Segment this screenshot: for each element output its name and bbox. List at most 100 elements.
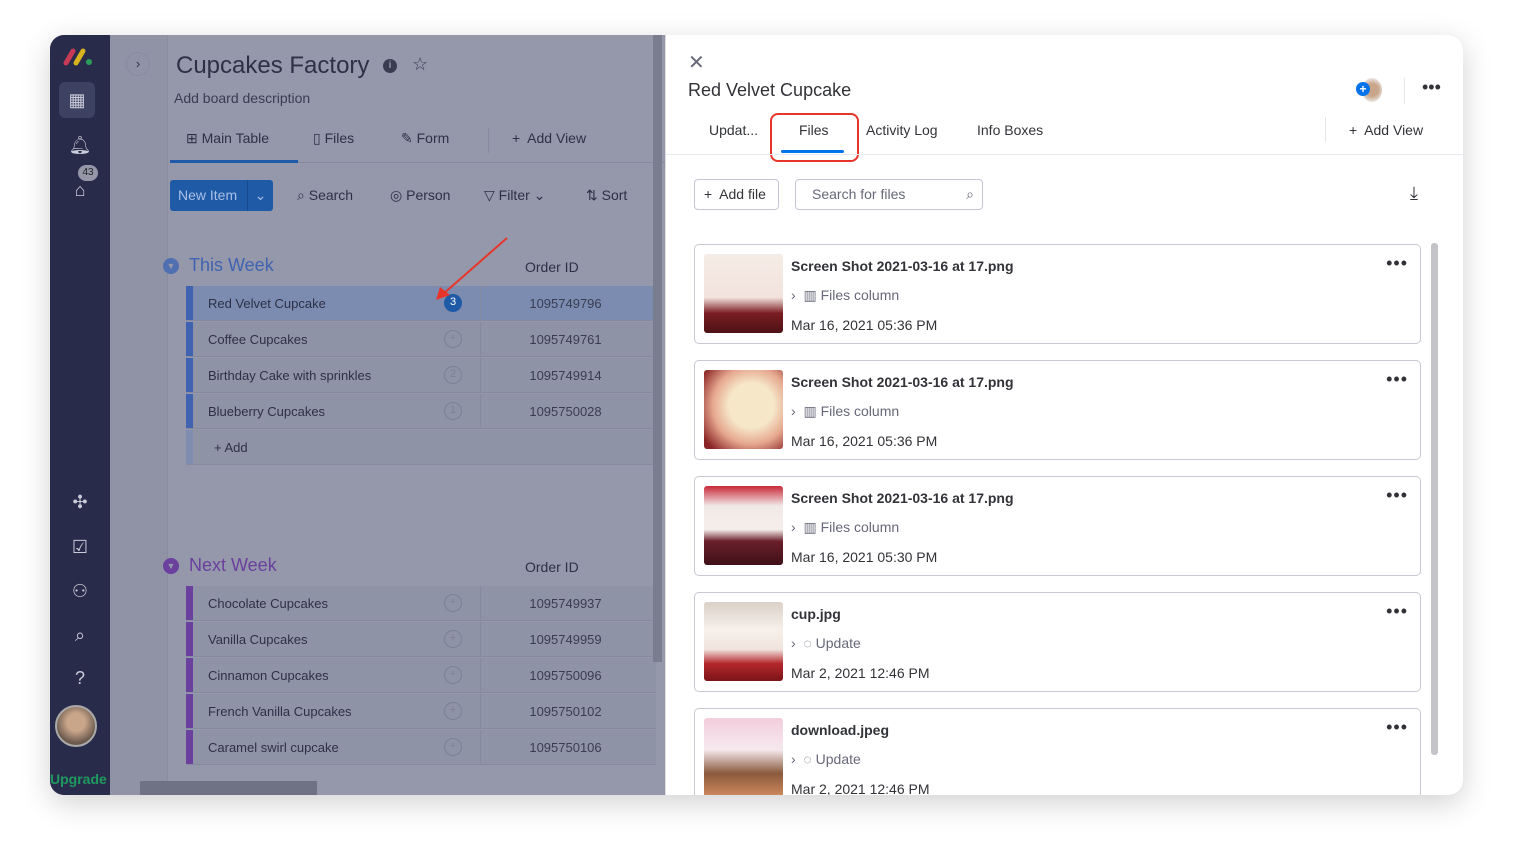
table-row[interactable]: Coffee Cupcakes +1095749761 (186, 322, 656, 357)
file-name[interactable]: cup.jpg (791, 606, 841, 622)
upgrade-button[interactable]: Upgrade (50, 771, 107, 787)
updates-icon[interactable]: 2 (444, 366, 462, 384)
group-collapse-icon[interactable]: ▼ (163, 558, 179, 574)
filter-button[interactable]: ▽ Filter ⌄ (484, 187, 545, 204)
invite-user-icon[interactable]: ⚇ (65, 576, 95, 606)
add-file-button[interactable]: + Add file (694, 179, 779, 210)
file-source[interactable]: › ▥ Files column (791, 403, 899, 420)
group-color-bar (186, 694, 193, 728)
file-source[interactable]: › ◌ Update (791, 751, 861, 767)
add-update-icon[interactable]: + (444, 702, 462, 720)
table-row[interactable]: Blueberry Cupcakes 1 1095750028 (186, 394, 656, 429)
table-row[interactable]: Birthday Cake with sprinkles 2 1095749914 (186, 358, 656, 393)
group-title[interactable]: This Week (189, 255, 274, 276)
search-icon: ⌕ (966, 186, 974, 202)
horizontal-scrollbar[interactable] (140, 781, 317, 795)
table-row[interactable]: Vanilla Cupcakes +1095749959 (186, 622, 656, 657)
search-placeholder: Search for files (812, 186, 906, 202)
my-work-calendar-icon[interactable]: ☑ (65, 532, 95, 562)
vertical-scrollbar[interactable] (653, 35, 662, 662)
view-tab-main-table[interactable]: ⊞ Main Table (186, 130, 269, 147)
more-options-icon[interactable]: ••• (1386, 485, 1408, 506)
file-source[interactable]: › ▥ Files column (791, 287, 899, 304)
file-card[interactable]: download.jpeg › ◌ Update Mar 2, 2021 12:46… (694, 708, 1421, 795)
file-thumbnail[interactable] (704, 718, 783, 795)
file-name[interactable]: Screen Shot 2021-03-16 at 17.png (791, 258, 1014, 274)
apps-puzzle-icon[interactable]: ✣ (65, 487, 95, 517)
group-collapse-icon[interactable]: ▼ (163, 258, 179, 274)
file-date: Mar 16, 2021 05:36 PM (791, 433, 938, 449)
more-options-icon[interactable]: ••• (1386, 253, 1408, 274)
order-id: 1095750106 (480, 730, 650, 764)
avatar[interactable] (55, 705, 97, 747)
add-view-button[interactable]: + Add View (1349, 122, 1423, 138)
search-icon[interactable]: ⌕ (65, 620, 95, 650)
file-name[interactable]: Screen Shot 2021-03-16 at 17.png (791, 490, 1014, 506)
add-item-row[interactable]: + Add (186, 430, 656, 465)
file-thumbnail[interactable] (704, 602, 783, 681)
group-color-bar (186, 394, 193, 428)
group-color-bar (186, 286, 193, 320)
file-name[interactable]: Screen Shot 2021-03-16 at 17.png (791, 374, 1014, 390)
table-row[interactable]: French Vanilla Cupcakes +1095750102 (186, 694, 656, 729)
more-options-icon[interactable]: ••• (1422, 77, 1441, 98)
tab-activity-log[interactable]: Activity Log (866, 122, 938, 138)
column-header-order-id[interactable]: Order ID (525, 559, 579, 575)
view-tab-files[interactable]: ▯ Files (313, 130, 354, 147)
new-item-button[interactable]: New Item ⌄ (170, 180, 273, 211)
help-icon[interactable]: ? (65, 663, 95, 693)
file-thumbnail[interactable] (704, 254, 783, 333)
search-files-input[interactable]: Search for files ⌕ (795, 179, 983, 210)
expand-sidebar-button[interactable]: › (126, 52, 150, 76)
add-subscriber-icon[interactable]: + (1356, 82, 1370, 96)
add-update-icon[interactable]: + (444, 666, 462, 684)
add-update-icon[interactable]: + (444, 630, 462, 648)
item-name: Coffee Cupcakes (208, 332, 308, 347)
view-tab-form[interactable]: ✎ Form (401, 130, 449, 147)
file-name[interactable]: download.jpeg (791, 722, 889, 738)
close-icon[interactable]: ✕ (688, 50, 705, 75)
board-title[interactable]: Cupcakes Factory (176, 52, 369, 80)
file-thumbnail[interactable] (704, 370, 783, 449)
workspace-button[interactable]: ▦ (59, 82, 95, 118)
left-sidebar: ▦ 🔔︎ ⌂ 43 ✣ ☑ ⚇ ⌕ ? Upgrade (50, 35, 110, 795)
file-thumbnail[interactable] (704, 486, 783, 565)
file-card[interactable]: cup.jpg › ◌ Update Mar 2, 2021 12:46 PM ••• (694, 592, 1421, 692)
add-update-icon[interactable]: + (444, 738, 462, 756)
table-row[interactable]: Cinnamon Cupcakes +1095750096 (186, 658, 656, 693)
table-row[interactable]: Red Velvet Cupcake 3 1095749796 (186, 286, 656, 321)
add-update-icon[interactable]: + (444, 594, 462, 612)
download-all-icon[interactable]: ⤓ (1410, 183, 1418, 204)
subscribe-avatar[interactable]: + (1356, 78, 1382, 104)
table-row[interactable]: Chocolate Cupcakes +1095749937 (186, 586, 656, 621)
column-header-order-id[interactable]: Order ID (525, 259, 579, 275)
bell-icon[interactable]: 🔔︎ (65, 130, 95, 160)
file-source[interactable]: › ▥ Files column (791, 519, 899, 536)
file-card[interactable]: Screen Shot 2021-03-16 at 17.png › ▥ File… (694, 476, 1421, 576)
info-icon[interactable]: i (383, 59, 397, 73)
person-filter-button[interactable]: ◎ Person (390, 187, 450, 204)
table-row[interactable]: Caramel swirl cupcake +1095750106 (186, 730, 656, 765)
order-id: 1095749914 (480, 358, 650, 392)
updates-icon[interactable]: 1 (444, 402, 462, 420)
files-scrollbar[interactable] (1431, 243, 1438, 755)
file-card[interactable]: Screen Shot 2021-03-16 at 17.png › ▥ File… (694, 360, 1421, 460)
more-options-icon[interactable]: ••• (1386, 717, 1408, 738)
add-update-icon[interactable]: + (444, 330, 462, 348)
file-source[interactable]: › ◌ Update (791, 635, 861, 651)
tab-info-boxes[interactable]: Info Boxes (977, 122, 1043, 138)
active-tab-indicator (170, 160, 298, 163)
group-title[interactable]: Next Week (189, 555, 277, 576)
more-options-icon[interactable]: ••• (1386, 369, 1408, 390)
item-name: French Vanilla Cupcakes (208, 704, 352, 719)
item-title[interactable]: Red Velvet Cupcake (688, 80, 851, 101)
sort-button[interactable]: ⇅ Sort (586, 187, 627, 204)
board-description[interactable]: Add board description (174, 90, 310, 106)
chevron-down-icon[interactable]: ⌄ (247, 180, 273, 211)
more-options-icon[interactable]: ••• (1386, 601, 1408, 622)
star-icon[interactable]: ☆ (412, 54, 428, 75)
tab-updates[interactable]: Updat... (709, 122, 758, 138)
file-card[interactable]: Screen Shot 2021-03-16 at 17.png › ▥ File… (694, 244, 1421, 344)
search-button[interactable]: ⌕ Search (297, 187, 353, 204)
add-view-button[interactable]: + Add View (512, 130, 586, 146)
